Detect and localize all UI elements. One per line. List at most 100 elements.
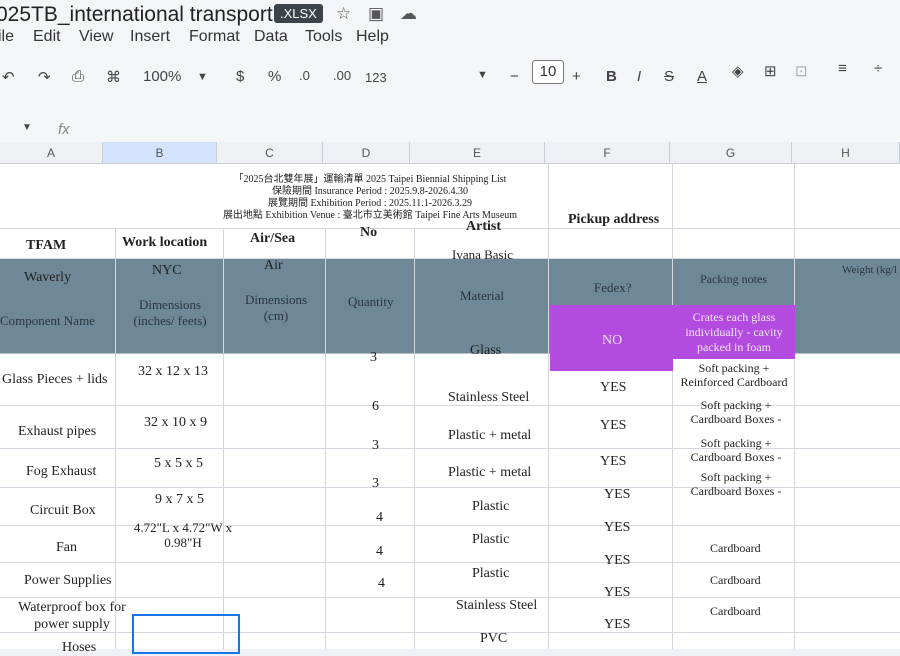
- row-2-packing[interactable]: Soft packing + Reinforced Cardboard: [676, 361, 792, 389]
- band-weight[interactable]: Weight (kg/l: [842, 264, 897, 276]
- column-header-c[interactable]: C: [217, 142, 323, 164]
- row-1-fedex[interactable]: NO: [602, 333, 622, 349]
- redo-icon[interactable]: ↷: [38, 68, 51, 86]
- row-1-component[interactable]: Glass Pieces + lids: [2, 372, 108, 388]
- row-6-quantity[interactable]: 4: [376, 544, 383, 560]
- row-3-quantity[interactable]: 3: [372, 438, 379, 454]
- column-header-d[interactable]: D: [323, 142, 410, 164]
- row-1-material[interactable]: Glass: [470, 343, 501, 359]
- move-folder-icon[interactable]: ▣: [368, 4, 384, 24]
- header-pickup-address[interactable]: Pickup address: [568, 212, 659, 228]
- row-4-fedex[interactable]: YES: [600, 454, 626, 470]
- row-3-fedex[interactable]: YES: [600, 418, 626, 434]
- menu-insert[interactable]: Insert: [130, 28, 170, 46]
- value-tfam[interactable]: Waverly: [24, 270, 71, 286]
- row-4-quantity[interactable]: 3: [372, 476, 379, 492]
- text-color-icon[interactable]: A: [697, 68, 707, 85]
- row-7-fedex[interactable]: YES: [604, 553, 630, 569]
- column-header-h[interactable]: H: [792, 142, 900, 164]
- zoom-select[interactable]: 100%: [143, 68, 181, 85]
- vertical-align-icon[interactable]: ÷: [874, 60, 882, 77]
- menu-edit[interactable]: Edit: [33, 28, 61, 46]
- band-component-name[interactable]: Component Name: [0, 313, 95, 329]
- header-artist[interactable]: Artist: [466, 219, 501, 235]
- row-6-fedex[interactable]: YES: [604, 520, 630, 536]
- band-packing-notes[interactable]: Packing notes: [700, 272, 767, 287]
- row-5-packing[interactable]: Soft packing + Cardboard Boxes -: [686, 470, 786, 498]
- row-1-dimensions[interactable]: 32 x 12 x 13: [138, 364, 208, 380]
- band-dimensions-inches[interactable]: Dimensions (inches/ feets): [128, 297, 212, 329]
- percent-button[interactable]: %: [268, 68, 281, 85]
- row-2-component[interactable]: Exhaust pipes: [18, 424, 96, 440]
- row-2-material[interactable]: Stainless Steel: [448, 390, 529, 406]
- row-3-packing[interactable]: Soft packing + Cardboard Boxes -: [686, 398, 786, 426]
- row-8-packing[interactable]: Cardboard: [710, 604, 761, 619]
- row-3-dimensions[interactable]: 5 x 5 x 5: [154, 456, 203, 472]
- formula-bar[interactable]: [0, 118, 900, 143]
- name-box-chevron-icon[interactable]: ▼: [22, 122, 32, 133]
- header-no[interactable]: No: [360, 225, 377, 241]
- menu-data[interactable]: Data: [254, 28, 288, 46]
- menu-file[interactable]: ile: [0, 28, 14, 46]
- row-7-quantity[interactable]: 4: [378, 576, 385, 592]
- strikethrough-icon[interactable]: S: [664, 68, 674, 85]
- row-3-component[interactable]: Fog Exhaust: [26, 464, 96, 480]
- row-6-packing[interactable]: Cardboard: [710, 541, 761, 556]
- row-4-dimensions[interactable]: 9 x 7 x 5: [155, 492, 204, 508]
- band-fedex[interactable]: Fedex?: [594, 280, 632, 296]
- row-1-quantity[interactable]: 3: [370, 350, 377, 366]
- row-3-material[interactable]: Plastic + metal: [448, 428, 531, 444]
- value-artist[interactable]: Ivana Basic: [452, 247, 513, 263]
- column-header-g[interactable]: G: [670, 142, 792, 164]
- document-title[interactable]: 025TB_international transport: [0, 3, 273, 27]
- fill-color-icon[interactable]: ◈: [732, 62, 744, 80]
- column-header-a[interactable]: A: [0, 142, 103, 164]
- row-9-fedex[interactable]: YES: [604, 617, 630, 633]
- row-5-dimensions[interactable]: 4.72"L x 4.72"W x 0.98"H: [130, 520, 236, 550]
- row-5-quantity[interactable]: 4: [376, 510, 383, 526]
- row-6-component[interactable]: Power Supplies: [24, 573, 112, 589]
- increase-font-icon[interactable]: +: [572, 68, 581, 85]
- band-quantity[interactable]: Quantity: [348, 294, 394, 310]
- menu-help[interactable]: Help: [356, 28, 389, 46]
- menu-tools[interactable]: Tools: [305, 28, 342, 46]
- column-header-e[interactable]: E: [410, 142, 545, 164]
- undo-icon[interactable]: ↶: [2, 68, 15, 86]
- row-2-quantity[interactable]: 6: [372, 399, 379, 415]
- menu-format[interactable]: Format: [189, 28, 240, 46]
- row-7-material[interactable]: Plastic: [472, 566, 509, 582]
- row-9-component[interactable]: Hoses: [62, 640, 96, 656]
- merge-cells-icon[interactable]: ⊡: [795, 62, 808, 80]
- band-dimensions-cm[interactable]: Dimensions (cm): [238, 292, 314, 324]
- number-format-button[interactable]: 123: [365, 70, 387, 85]
- decrease-font-icon[interactable]: −: [510, 68, 519, 85]
- value-air-sea[interactable]: Air: [264, 258, 283, 274]
- row-8-material[interactable]: Stainless Steel: [456, 598, 537, 614]
- column-header-f[interactable]: F: [545, 142, 670, 164]
- row-4-component[interactable]: Circuit Box: [30, 503, 96, 519]
- row-1-packing[interactable]: Crates each glass individually - cavity …: [680, 310, 788, 355]
- header-air-sea[interactable]: Air/Sea: [250, 231, 295, 247]
- row-8-fedex[interactable]: YES: [604, 585, 630, 601]
- row-2-fedex[interactable]: YES: [600, 380, 626, 396]
- align-icon[interactable]: ≡: [838, 60, 847, 77]
- row-7-component[interactable]: Waterproof box for power supply: [14, 599, 130, 633]
- print-icon[interactable]: ⎙: [72, 68, 84, 85]
- row-5-component[interactable]: Fan: [56, 540, 77, 556]
- row-6-material[interactable]: Plastic: [472, 532, 509, 548]
- band-material[interactable]: Material: [460, 288, 504, 304]
- value-work-location[interactable]: NYC: [152, 263, 182, 279]
- chevron-down-icon[interactable]: ▼: [197, 71, 208, 83]
- paint-format-icon[interactable]: ⌘: [106, 68, 121, 86]
- decrease-decimal-button[interactable]: .0: [299, 68, 310, 83]
- row-5-fedex[interactable]: YES: [604, 487, 630, 503]
- bold-button[interactable]: B: [606, 68, 617, 85]
- row-4-material[interactable]: Plastic + metal: [448, 465, 531, 481]
- selected-cell[interactable]: [132, 614, 240, 654]
- font-size-input[interactable]: 10: [532, 60, 564, 84]
- header-tfam[interactable]: TFAM: [26, 238, 66, 254]
- row-5-material[interactable]: Plastic: [472, 499, 509, 515]
- row-9-material[interactable]: PVC: [480, 631, 507, 647]
- column-header-b[interactable]: B: [103, 142, 217, 164]
- row-4-packing[interactable]: Soft packing + Cardboard Boxes -: [686, 436, 786, 464]
